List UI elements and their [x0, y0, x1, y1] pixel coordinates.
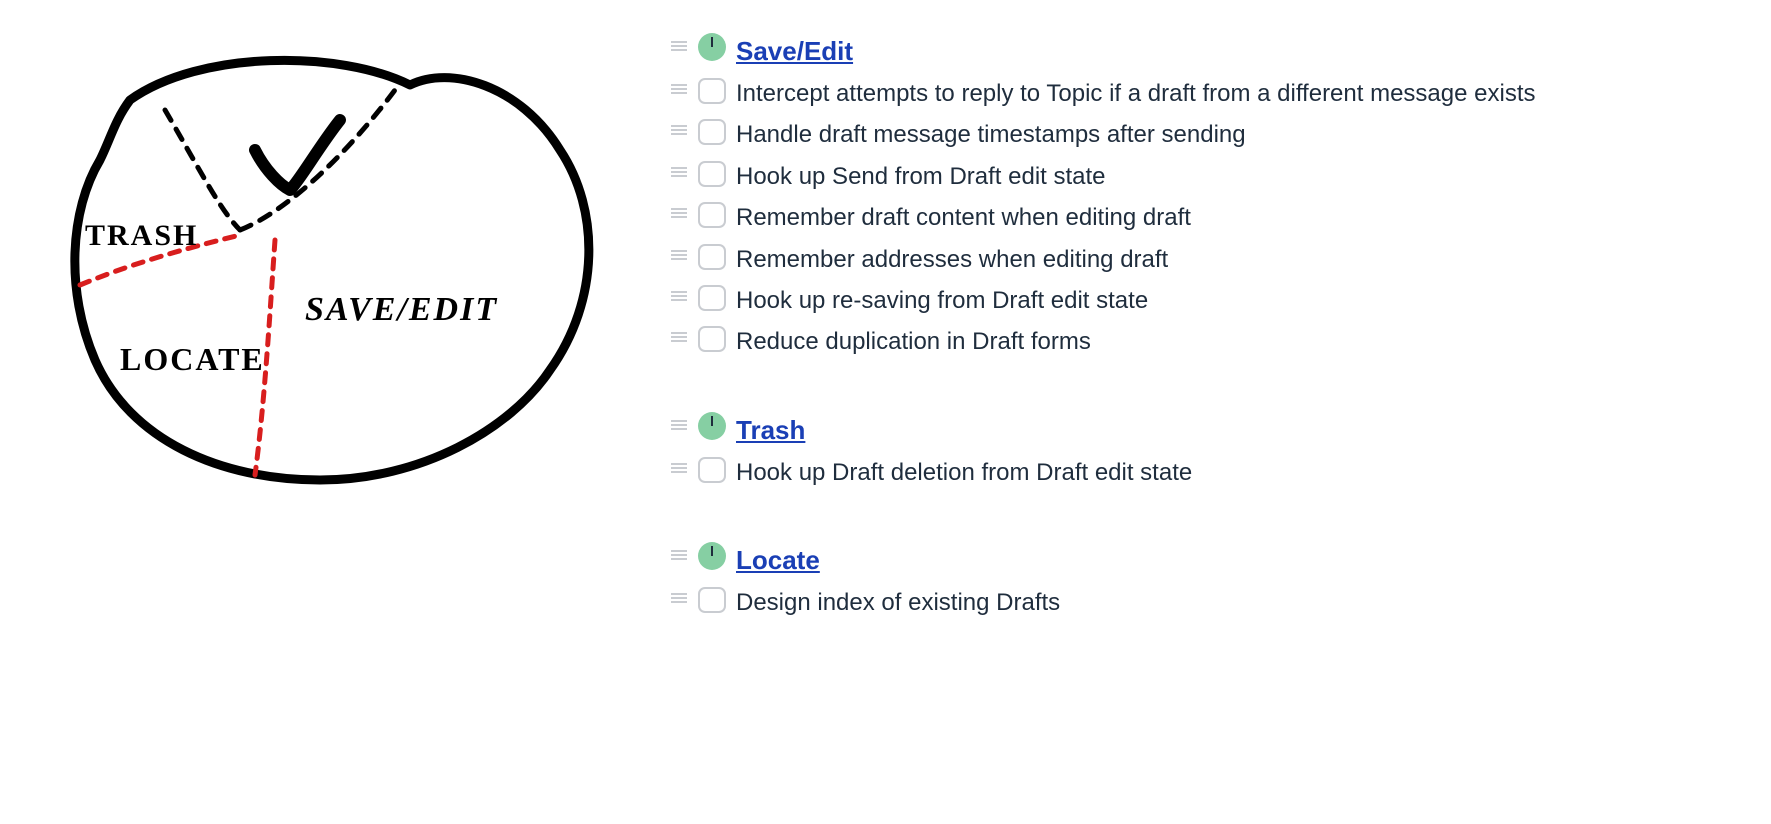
task-text: Hook up Send from Draft edit state [736, 160, 1106, 193]
sketch-label-trash: TRASH [85, 219, 198, 252]
task-text: Reduce duplication in Draft forms [736, 325, 1091, 358]
drag-handle-icon[interactable] [670, 160, 688, 184]
task-checkbox[interactable] [698, 161, 726, 187]
task-row: Reduce duplication in Draft forms [670, 321, 1570, 362]
drag-handle-icon[interactable] [670, 325, 688, 349]
drag-handle-icon[interactable] [670, 456, 688, 480]
group-heading-link[interactable]: Trash [736, 413, 805, 448]
drag-handle-icon[interactable] [670, 243, 688, 267]
clock-icon [698, 542, 726, 570]
task-text: Handle draft message timestamps after se… [736, 118, 1246, 151]
task-checkbox[interactable] [698, 244, 726, 270]
task-text: Intercept attempts to reply to Topic if … [736, 77, 1536, 110]
group-heading-row: Trash [670, 409, 1570, 452]
drag-handle-icon[interactable] [670, 284, 688, 308]
drag-handle-icon[interactable] [670, 201, 688, 225]
group-locate: Locate Design index of existing Drafts [670, 539, 1570, 623]
task-text: Remember draft content when editing draf… [736, 201, 1191, 234]
drag-handle-icon[interactable] [670, 413, 688, 437]
scope-sketch: TRASH LOCATE SAVE/EDIT [40, 30, 600, 505]
task-checkbox[interactable] [698, 326, 726, 352]
task-row: Hook up Send from Draft edit state [670, 156, 1570, 197]
drag-handle-icon[interactable] [670, 543, 688, 567]
group-heading-link[interactable]: Save/Edit [736, 34, 853, 69]
group-trash: Trash Hook up Draft deletion from Draft … [670, 409, 1570, 493]
task-row: Design index of existing Drafts [670, 582, 1570, 623]
task-row: Hook up Draft deletion from Draft edit s… [670, 452, 1570, 493]
clock-icon [698, 33, 726, 61]
drag-handle-icon[interactable] [670, 586, 688, 610]
task-text: Design index of existing Drafts [736, 586, 1060, 619]
task-checkbox[interactable] [698, 202, 726, 228]
task-row: Remember draft content when editing draf… [670, 197, 1570, 238]
task-row: Intercept attempts to reply to Topic if … [670, 73, 1570, 114]
group-heading-link[interactable]: Locate [736, 543, 820, 578]
sketch-label-save-edit: SAVE/EDIT [305, 291, 498, 328]
task-row: Hook up re-saving from Draft edit state [670, 280, 1570, 321]
drag-handle-icon[interactable] [670, 118, 688, 142]
task-checkbox[interactable] [698, 285, 726, 311]
task-text: Hook up Draft deletion from Draft edit s… [736, 456, 1192, 489]
sketch-label-locate: LOCATE [120, 341, 265, 377]
group-heading-row: Save/Edit [670, 30, 1570, 73]
task-lists: Save/Edit Intercept attempts to reply to… [670, 30, 1570, 670]
task-row: Remember addresses when editing draft [670, 239, 1570, 280]
drag-handle-icon[interactable] [670, 77, 688, 101]
task-checkbox[interactable] [698, 78, 726, 104]
task-checkbox[interactable] [698, 587, 726, 613]
clock-icon [698, 412, 726, 440]
task-text: Hook up re-saving from Draft edit state [736, 284, 1148, 317]
drag-handle-icon[interactable] [670, 34, 688, 58]
task-checkbox[interactable] [698, 119, 726, 145]
task-text: Remember addresses when editing draft [736, 243, 1168, 276]
group-heading-row: Locate [670, 539, 1570, 582]
task-checkbox[interactable] [698, 457, 726, 483]
group-save-edit: Save/Edit Intercept attempts to reply to… [670, 30, 1570, 363]
task-row: Handle draft message timestamps after se… [670, 114, 1570, 155]
